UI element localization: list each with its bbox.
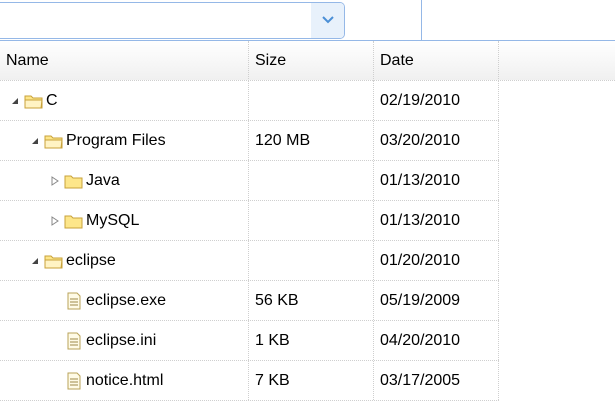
folder-open-icon	[24, 92, 44, 110]
date-cell: 01/20/2010	[374, 241, 499, 280]
tree-combo-box[interactable]	[0, 2, 345, 39]
collapsed-arrow-icon[interactable]	[48, 214, 62, 228]
date-cell: 01/13/2010	[374, 161, 499, 200]
expanded-arrow-icon[interactable]	[28, 254, 42, 268]
size-cell: 120 MB	[249, 121, 374, 160]
node-label: eclipse	[66, 252, 116, 269]
file-icon	[64, 292, 84, 310]
folder-open-icon	[44, 132, 64, 150]
tree-row[interactable]: eclipse.ini 1 KB 04/20/2010	[0, 321, 499, 361]
name-cell: MySQL	[0, 201, 249, 240]
name-cell: C	[0, 81, 249, 120]
grid-body: C 02/19/2010 Program Files 120 MB 03/20/2010…	[0, 81, 615, 401]
date-cell: 01/13/2010	[374, 201, 499, 240]
tree-row[interactable]: MySQL 01/13/2010	[0, 201, 499, 241]
node-label: MySQL	[86, 212, 140, 229]
collapsed-arrow-icon[interactable]	[48, 174, 62, 188]
tree-row[interactable]: notice.html 7 KB 03/17/2005	[0, 361, 499, 401]
tree-grid: Name Size Date C 02/19/2010 Program Files 1…	[0, 40, 615, 411]
file-icon	[64, 372, 84, 390]
size-cell	[249, 241, 374, 280]
node-label: Java	[86, 172, 120, 189]
column-header-date[interactable]: Date	[374, 41, 499, 81]
tree-row[interactable]: eclipse.exe 56 KB 05/19/2009	[0, 281, 499, 321]
name-cell: Java	[0, 161, 249, 200]
name-cell: eclipse.ini	[0, 321, 249, 360]
date-cell: 03/17/2005	[374, 361, 499, 400]
size-cell: 1 KB	[249, 321, 374, 360]
size-cell: 7 KB	[249, 361, 374, 400]
tree-row[interactable]: eclipse 01/20/2010	[0, 241, 499, 281]
date-cell: 02/19/2010	[374, 81, 499, 120]
folder-icon	[64, 172, 84, 190]
node-label: eclipse.exe	[86, 292, 167, 309]
expanded-arrow-icon[interactable]	[28, 134, 42, 148]
file-icon	[64, 332, 84, 350]
size-cell: 56 KB	[249, 281, 374, 320]
chevron-down-icon	[321, 12, 335, 30]
name-cell: Program Files	[0, 121, 249, 160]
date-cell: 05/19/2009	[374, 281, 499, 320]
name-cell: eclipse	[0, 241, 249, 280]
combo-dropdown-button[interactable]	[311, 3, 344, 38]
name-cell: eclipse.exe	[0, 281, 249, 320]
node-label: notice.html	[86, 372, 164, 389]
column-header-name[interactable]: Name	[0, 41, 249, 81]
tree-row[interactable]: Program Files 120 MB 03/20/2010	[0, 121, 499, 161]
size-cell	[249, 81, 374, 120]
tree-row[interactable]: C 02/19/2010	[0, 81, 499, 121]
node-label: Program Files	[66, 132, 166, 149]
expanded-arrow-icon[interactable]	[8, 94, 22, 108]
size-cell	[249, 161, 374, 200]
size-cell	[249, 201, 374, 240]
node-label: eclipse.ini	[86, 332, 157, 349]
date-cell: 04/20/2010	[374, 321, 499, 360]
grid-header: Name Size Date	[0, 41, 615, 81]
folder-open-icon	[44, 252, 64, 270]
name-cell: notice.html	[0, 361, 249, 400]
date-cell: 03/20/2010	[374, 121, 499, 160]
node-label: C	[46, 92, 58, 109]
toolbar-divider	[421, 0, 422, 40]
tree-row[interactable]: Java 01/13/2010	[0, 161, 499, 201]
column-header-size[interactable]: Size	[249, 41, 374, 81]
folder-icon	[64, 212, 84, 230]
